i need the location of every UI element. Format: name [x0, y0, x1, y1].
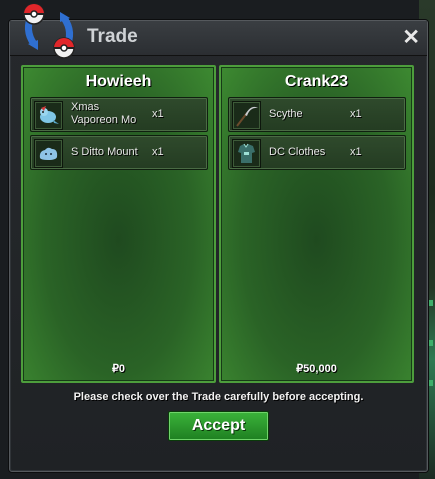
item-quantity: x1 — [350, 146, 362, 158]
player-offer-panel-right: Crank23 Scythe x1 DC Clothes x1 ₽50,000 — [219, 65, 414, 383]
item-name: DC Clothes — [269, 146, 326, 158]
money-offer: ₽50,000 — [296, 363, 337, 375]
scythe-icon — [232, 101, 261, 130]
trade-item-slot[interactable]: DC Clothes x1 — [228, 135, 406, 170]
window-title: Trade — [87, 26, 138, 47]
trade-hint-text: Please check over the Trade carefully be… — [73, 391, 364, 403]
item-quantity: x1 — [152, 108, 164, 120]
trade-item-slot[interactable]: Scythe x1 — [228, 97, 406, 132]
accept-button[interactable]: Accept — [168, 411, 269, 441]
clothes-icon — [232, 139, 261, 168]
trade-logo-icon — [23, 3, 75, 59]
player-offer-panel-left: Howieeh Xmas Vaporeon Mo x1 S Ditto Moun… — [21, 65, 216, 383]
item-quantity: x1 — [350, 108, 362, 120]
vaporeon-icon — [34, 101, 63, 130]
ditto-icon — [34, 139, 63, 168]
item-name: S Ditto Mount — [71, 146, 138, 158]
money-offer: ₽0 — [111, 363, 126, 375]
close-button[interactable]: ✕ — [402, 25, 420, 50]
player-name: Crank23 — [284, 73, 349, 90]
trade-item-slot[interactable]: Xmas Vaporeon Mo x1 — [30, 97, 208, 132]
item-name: Xmas Vaporeon Mo — [71, 101, 137, 126]
item-name: Scythe — [269, 108, 303, 120]
trade-window: Trade ✕ Howieeh Xmas Vaporeon Mo x1 S Di… — [9, 20, 428, 472]
trade-item-slot[interactable]: S Ditto Mount x1 — [30, 135, 208, 170]
item-quantity: x1 — [152, 146, 164, 158]
player-name: Howieeh — [85, 73, 152, 90]
